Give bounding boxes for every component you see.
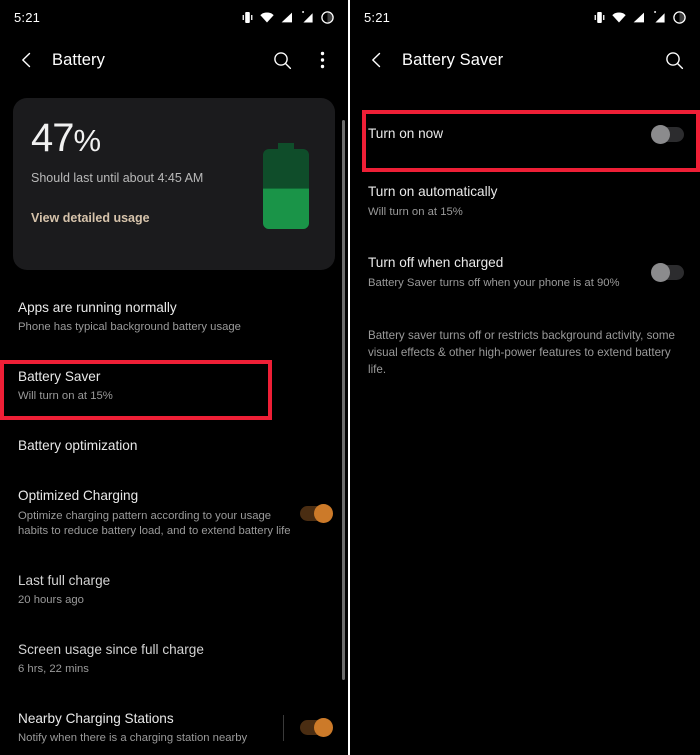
list-item-battery-saver[interactable]: Battery Saver Will turn on at 15%	[0, 357, 348, 416]
page-title: Battery Saver	[402, 50, 504, 69]
turn-on-now-toggle[interactable]	[651, 124, 684, 144]
row-subtitle: Optimize charging pattern according to y…	[18, 509, 291, 538]
battery-saver-settings-list: Turn on now Turn on automatically Will t…	[350, 114, 700, 379]
row-texts: Optimized Charging Optimize charging pat…	[18, 487, 300, 540]
signal-x-icon	[300, 11, 314, 23]
status-icons	[242, 10, 334, 24]
row-texts: Turn on automatically Will turn on at 15…	[368, 183, 684, 220]
wifi-icon	[612, 12, 626, 23]
row-texts: Apps are running normally Phone has typi…	[18, 299, 332, 336]
percent-symbol: %	[73, 123, 102, 158]
list-item-turn-off-when-charged[interactable]: Turn off when charged Battery Saver turn…	[350, 243, 700, 302]
vibrate-icon	[594, 11, 605, 24]
row-subtitle: 6 hrs, 22 mins	[18, 662, 89, 675]
list-item-battery-optimization[interactable]: Battery optimization	[0, 426, 348, 466]
row-subtitle: Will turn on at 15%	[368, 205, 463, 218]
list-item-turn-on-automatically[interactable]: Turn on automatically Will turn on at 15…	[350, 172, 700, 231]
row-texts: Battery Saver Will turn on at 15%	[18, 368, 332, 405]
left-phone-screen: 5:21 Battery 47% Should last until about…	[0, 0, 350, 755]
toggle-knob	[651, 263, 670, 283]
row-texts: Nearby Charging Stations Notify when the…	[18, 710, 283, 747]
row-title: Battery Saver	[18, 368, 101, 384]
scrollbar-left[interactable]	[342, 120, 345, 680]
list-item-screen-usage[interactable]: Screen usage since full charge 6 hrs, 22…	[0, 630, 348, 689]
battery-summary-card: 47% Should last until about 4:45 AM View…	[13, 98, 335, 270]
toggle-knob	[651, 124, 670, 144]
battery-level-icon	[263, 143, 309, 229]
right-phone-screen: 5:21 Battery Saver Turn on now Turn on a…	[350, 0, 700, 755]
status-bar-right: 5:21	[350, 0, 700, 34]
battery-percentage-value: 47	[31, 116, 74, 160]
moon-circle-icon	[673, 10, 686, 24]
dual-screenshot-container: 5:21 Battery 47% Should last until about…	[0, 0, 700, 755]
back-arrow-icon[interactable]	[14, 47, 40, 73]
list-item-optimized-charging[interactable]: Optimized Charging Optimize charging pat…	[0, 476, 348, 551]
app-bar-right: Battery Saver	[350, 34, 700, 86]
app-bar-left: Battery	[0, 34, 348, 86]
row-title: Nearby Charging Stations	[18, 710, 174, 726]
turn-off-when-charged-toggle[interactable]	[651, 263, 684, 283]
row-title: Screen usage since full charge	[18, 641, 204, 657]
row-title: Last full charge	[18, 572, 111, 588]
battery-settings-list: Apps are running normally Phone has typi…	[0, 288, 348, 755]
toggle-knob	[314, 718, 333, 738]
status-bar-left: 5:21	[0, 0, 348, 34]
row-title: Turn on automatically	[368, 184, 498, 200]
view-detailed-usage-link[interactable]: View detailed usage	[31, 211, 150, 225]
search-icon[interactable]	[270, 48, 294, 72]
row-texts: Turn on now	[368, 125, 652, 143]
row-title: Apps are running normally	[18, 300, 177, 315]
row-texts: Last full charge 20 hours ago	[18, 572, 332, 609]
row-texts: Screen usage since full charge 6 hrs, 22…	[18, 641, 332, 678]
page-title: Battery	[52, 50, 105, 69]
nearby-charging-stations-toggle[interactable]	[300, 718, 333, 738]
signal-icon	[281, 12, 293, 23]
status-icons	[594, 10, 686, 24]
row-texts: Battery optimization	[18, 437, 332, 455]
moon-circle-icon	[321, 10, 334, 24]
toggle-knob	[314, 503, 333, 523]
row-subtitle: Phone has typical background battery usa…	[18, 321, 241, 334]
list-item-apps-running[interactable]: Apps are running normally Phone has typi…	[0, 288, 348, 347]
optimized-charging-toggle[interactable]	[300, 503, 333, 523]
row-subtitle: 20 hours ago	[18, 594, 84, 607]
app-bar-actions	[662, 48, 686, 72]
back-arrow-icon[interactable]	[364, 47, 390, 73]
signal-icon	[633, 12, 645, 23]
row-texts: Turn off when charged Battery Saver turn…	[368, 254, 652, 291]
row-subtitle: Will turn on at 15%	[18, 390, 113, 403]
status-time: 5:21	[14, 9, 41, 25]
status-time: 5:21	[364, 9, 391, 25]
vibrate-icon	[242, 11, 253, 24]
list-item-last-full-charge[interactable]: Last full charge 20 hours ago	[0, 561, 348, 620]
signal-x-icon	[652, 11, 666, 23]
vertical-divider	[283, 714, 284, 741]
row-title: Battery optimization	[18, 437, 138, 453]
more-options-icon[interactable]	[310, 48, 334, 72]
wifi-icon	[260, 12, 274, 23]
search-icon[interactable]	[662, 48, 686, 72]
row-subtitle: Battery Saver turns off when your phone …	[368, 276, 620, 289]
list-item-turn-on-now[interactable]: Turn on now	[350, 114, 700, 154]
list-item-nearby-charging-stations[interactable]: Nearby Charging Stations Notify when the…	[0, 699, 348, 755]
row-subtitle: Notify when there is a charging station …	[18, 731, 248, 744]
battery-saver-footnote: Battery saver turns off or restricts bac…	[368, 329, 675, 376]
row-title: Turn on now	[368, 126, 444, 141]
row-title: Optimized Charging	[18, 488, 139, 504]
app-bar-actions	[270, 48, 334, 72]
row-title: Turn off when charged	[368, 255, 504, 271]
